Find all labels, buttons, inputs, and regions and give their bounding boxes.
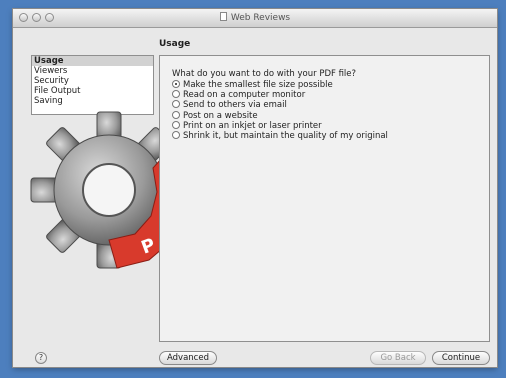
option-label: Read on a computer monitor (183, 90, 306, 101)
usage-options: Make the smallest file size possible Rea… (172, 80, 388, 141)
option-label: Send to others via email (183, 100, 287, 111)
option-label: Shrink it, but maintain the quality of m… (183, 130, 388, 141)
go-back-button[interactable]: Go Back (370, 351, 426, 365)
radio-button[interactable] (172, 120, 180, 129)
section-title: Usage (159, 39, 191, 49)
option-print-on-printer[interactable]: Print on an inkjet or laser printer (172, 120, 388, 131)
usage-question: What do you want to do with your PDF fil… (172, 69, 357, 79)
sidebar-item-file-output[interactable]: File Output (32, 86, 153, 96)
usage-panel: What do you want to do with your PDF fil… (159, 55, 490, 342)
radio-button[interactable] (172, 90, 180, 99)
option-smallest-file-size[interactable]: Make the smallest file size possible (172, 80, 388, 90)
continue-button[interactable]: Continue (432, 351, 490, 365)
option-shrink-maintain-quality[interactable]: Shrink it, but maintain the quality of m… (172, 130, 388, 141)
option-label: Make the smallest file size possible (183, 80, 333, 90)
option-label: Print on an inkjet or laser printer (183, 120, 322, 131)
window-title-group: Web Reviews (13, 12, 497, 23)
option-read-on-monitor[interactable]: Read on a computer monitor (172, 90, 388, 100)
help-button[interactable]: ? (35, 352, 47, 364)
document-icon (219, 12, 227, 21)
title-bar: Web Reviews (13, 9, 497, 28)
radio-button-checked[interactable] (172, 80, 180, 88)
window: Web Reviews Usage Usage Viewers Security… (13, 9, 497, 367)
sidebar-item-security[interactable]: Security (32, 76, 153, 86)
advanced-button[interactable]: Advanced (159, 351, 217, 365)
sidebar-item-usage[interactable]: Usage (32, 56, 153, 66)
option-label: Post on a website (183, 110, 258, 121)
sidebar-item-viewers[interactable]: Viewers (32, 66, 153, 76)
window-title: Web Reviews (230, 13, 291, 23)
radio-button[interactable] (172, 130, 180, 139)
option-send-via-email[interactable]: Send to others via email (172, 100, 388, 110)
radio-button[interactable] (172, 100, 180, 109)
radio-button[interactable] (172, 110, 180, 119)
option-post-on-website[interactable]: Post on a website (172, 110, 388, 121)
